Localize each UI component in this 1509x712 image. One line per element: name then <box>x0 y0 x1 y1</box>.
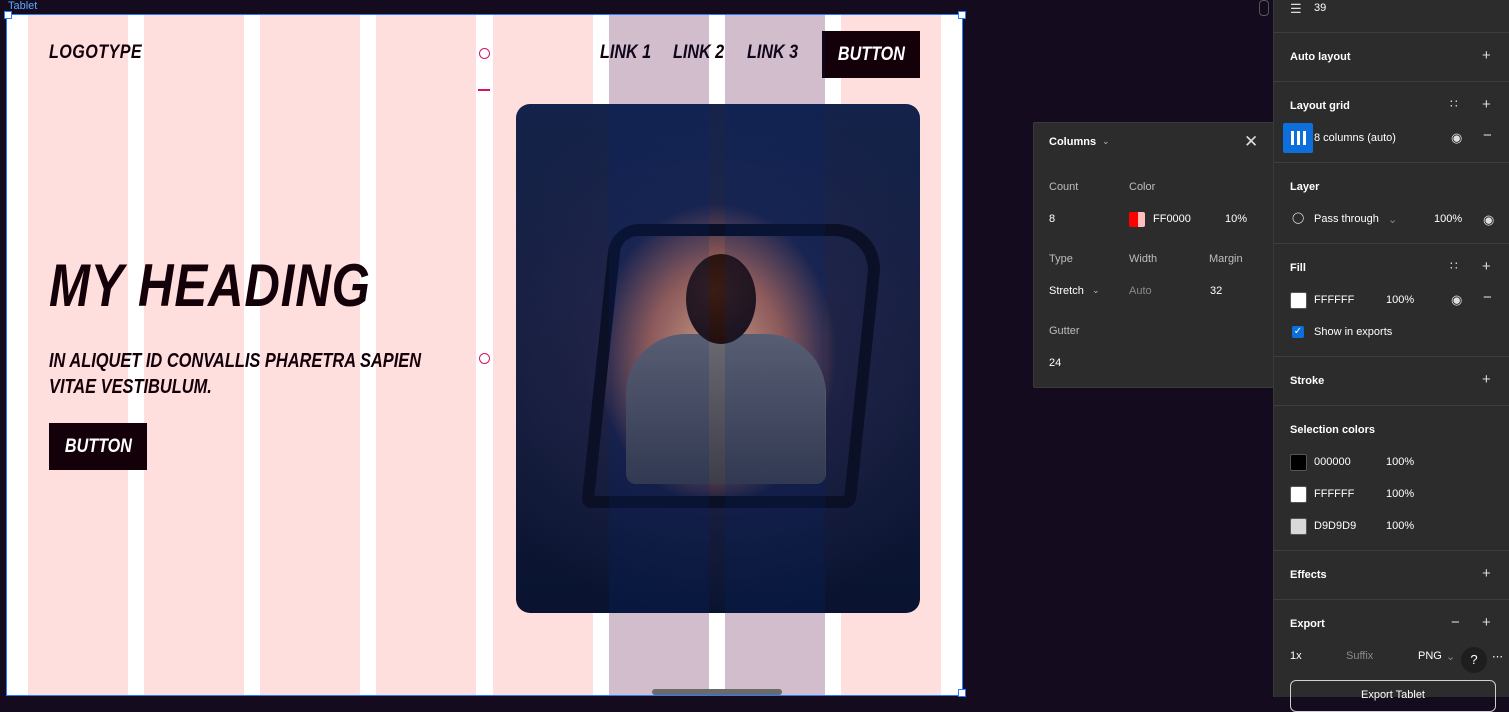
selection-color-opacity[interactable]: 100% <box>1386 520 1414 532</box>
layer-title: Layer <box>1290 181 1320 193</box>
site-cta-button[interactable]: BUTTON <box>49 423 147 470</box>
spacing-handle[interactable] <box>478 89 490 91</box>
show-in-exports-label: Show in exports <box>1314 326 1393 338</box>
type-label: Type <box>1049 253 1073 265</box>
site-logo[interactable]: LOGOTYPE <box>49 42 142 64</box>
layout-grid-item[interactable]: 8 columns (auto) <box>1314 132 1396 144</box>
type-dropdown[interactable]: Stretch <box>1049 285 1084 297</box>
show-in-exports-checkbox[interactable]: ✓ <box>1292 326 1304 338</box>
divider <box>1274 32 1509 33</box>
fill-title: Fill <box>1290 262 1306 274</box>
remove-export-icon[interactable]: − <box>1451 615 1460 630</box>
site-nav-button[interactable]: BUTTON <box>822 31 920 78</box>
chevron-down-icon[interactable]: ⌄ <box>1092 285 1100 296</box>
divider <box>1274 243 1509 244</box>
color-opacity-input[interactable]: 10% <box>1225 213 1247 225</box>
width-input[interactable]: Auto <box>1129 285 1152 297</box>
horizontal-scrollbar[interactable] <box>652 689 782 695</box>
margin-label: Margin <box>1209 253 1243 265</box>
spacing-input[interactable]: 39 <box>1314 2 1326 14</box>
chevron-down-icon[interactable]: ⌄ <box>1446 650 1455 663</box>
site-nav-button-label: BUTTON <box>837 43 905 65</box>
resize-handle-top-right[interactable] <box>958 11 966 19</box>
gutter-label: Gutter <box>1049 325 1080 337</box>
selection-color-swatch[interactable] <box>1290 518 1307 535</box>
blend-mode-dropdown[interactable]: Pass through <box>1314 213 1379 225</box>
count-input[interactable]: 8 <box>1049 213 1055 225</box>
help-button[interactable]: ? <box>1461 647 1487 673</box>
eye-icon[interactable]: ◉ <box>1451 292 1462 307</box>
auto-layout-handle[interactable] <box>479 353 490 364</box>
blend-mode-icon: ◯ <box>1292 212 1305 224</box>
count-label: Count <box>1049 181 1079 193</box>
gutter-input[interactable]: 24 <box>1049 357 1061 369</box>
auto-layout-handle[interactable] <box>479 48 490 59</box>
add-auto-layout-icon[interactable]: + <box>1482 48 1491 63</box>
add-stroke-icon[interactable]: + <box>1482 372 1491 387</box>
export-button[interactable]: Export Tablet <box>1290 680 1496 712</box>
fill-hex-input[interactable]: FFFFFF <box>1314 294 1354 306</box>
width-label: Width <box>1129 253 1158 265</box>
add-grid-icon[interactable]: + <box>1482 97 1491 112</box>
add-effect-icon[interactable]: + <box>1482 566 1491 581</box>
grid-column-overlay <box>725 15 825 695</box>
fill-styles-icon[interactable]: ∷ <box>1450 259 1458 274</box>
fill-opacity-input[interactable]: 100% <box>1386 294 1414 306</box>
export-title: Export <box>1290 618 1325 630</box>
selection-colors-title: Selection colors <box>1290 424 1375 436</box>
stroke-title: Stroke <box>1290 375 1325 387</box>
layer-opacity-input[interactable]: 100% <box>1434 213 1462 225</box>
effects-title: Effects <box>1290 569 1327 581</box>
resize-handle-bottom-right[interactable] <box>958 689 966 697</box>
add-export-icon[interactable]: + <box>1482 615 1491 630</box>
chevron-down-icon[interactable]: ⌄ <box>1102 136 1110 147</box>
frame-label[interactable]: Tablet <box>8 0 37 12</box>
remove-fill-icon[interactable]: − <box>1483 290 1492 305</box>
export-scale-dropdown[interactable]: 1x <box>1290 650 1302 662</box>
grid-type-dropdown[interactable]: Columns <box>1049 136 1096 148</box>
export-suffix-input[interactable]: Suffix <box>1346 650 1373 662</box>
vertical-scrollbar[interactable] <box>1259 0 1269 16</box>
selection-color-hex[interactable]: FFFFFF <box>1314 488 1354 500</box>
selection-color-hex[interactable]: D9D9D9 <box>1314 520 1356 532</box>
columns-popover: Columns ⌄ ✕ Count 8 Color FF0000 10% Typ… <box>1033 122 1275 388</box>
hero-image[interactable] <box>516 104 920 613</box>
resize-handle-top-left[interactable] <box>4 11 12 19</box>
divider <box>1274 599 1509 600</box>
remove-grid-icon[interactable]: − <box>1483 128 1492 143</box>
export-format-dropdown[interactable]: PNG <box>1418 650 1442 662</box>
selection-color-hex[interactable]: 000000 <box>1314 456 1351 468</box>
properties-panel: ☰ 39 Auto layout + Layout grid ∷ + 8 col… <box>1273 0 1509 712</box>
divider <box>1274 550 1509 551</box>
auto-layout-title: Auto layout <box>1290 51 1351 63</box>
color-label: Color <box>1129 181 1156 193</box>
more-options-icon[interactable]: ⋯ <box>1492 650 1503 663</box>
grid-column-overlay <box>609 15 709 695</box>
site-heading[interactable]: MY HEADING <box>49 251 371 320</box>
chevron-down-icon[interactable]: ⌄ <box>1388 213 1397 226</box>
add-fill-icon[interactable]: + <box>1482 259 1491 274</box>
divider <box>1274 162 1509 163</box>
selection-color-swatch[interactable] <box>1290 486 1307 503</box>
close-icon[interactable]: ✕ <box>1244 133 1258 150</box>
selection-color-opacity[interactable]: 100% <box>1386 456 1414 468</box>
eye-icon[interactable]: ◉ <box>1451 130 1462 145</box>
divider <box>1274 81 1509 82</box>
site-subheading[interactable]: IN ALIQUET ID CONVALLIS PHARETRA SAPIEN … <box>49 348 434 400</box>
selection-color-swatch[interactable] <box>1290 454 1307 471</box>
color-hex-input[interactable]: FF0000 <box>1153 213 1191 225</box>
spacing-icon: ☰ <box>1290 1 1302 16</box>
column-grid-icon[interactable] <box>1283 123 1313 153</box>
grid-color-swatch[interactable] <box>1129 212 1145 227</box>
eye-icon[interactable]: ◉ <box>1483 212 1494 227</box>
site-cta-button-label: BUTTON <box>64 435 132 457</box>
divider <box>1274 405 1509 406</box>
layout-grid-title: Layout grid <box>1290 100 1350 112</box>
selection-color-opacity[interactable]: 100% <box>1386 488 1414 500</box>
fill-color-swatch[interactable] <box>1290 292 1307 309</box>
grid-styles-icon[interactable]: ∷ <box>1450 97 1458 112</box>
margin-input[interactable]: 32 <box>1210 285 1222 297</box>
divider <box>1274 356 1509 357</box>
